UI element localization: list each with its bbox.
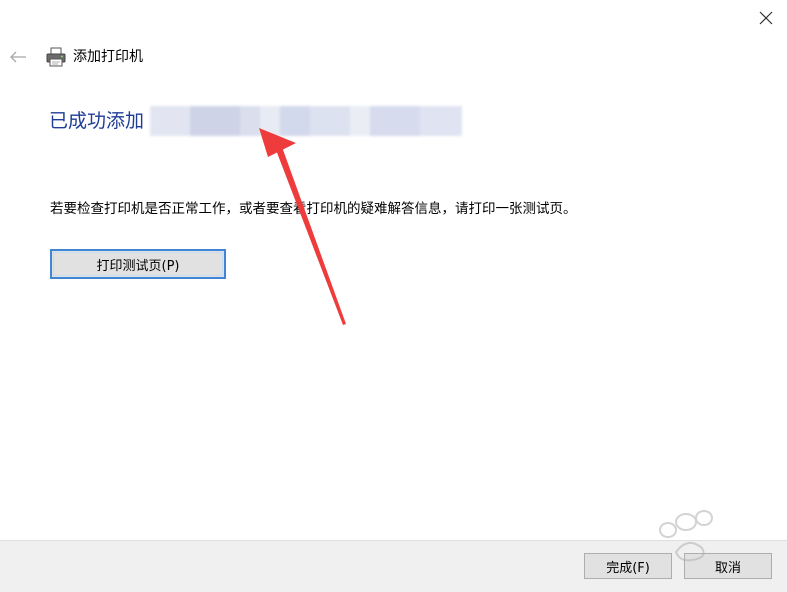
back-arrow-icon [10, 51, 26, 63]
cancel-button-label: 取消 [714, 560, 741, 576]
annotation-arrow-shaft [276, 147, 346, 325]
printer-name-redacted [150, 106, 463, 136]
dialog-footer: 完成(F) 取消 [0, 540, 787, 592]
printer-icon [46, 47, 66, 67]
success-heading: 已成功添加 [49, 110, 145, 132]
success-heading-row: 已成功添加 [49, 104, 463, 138]
test-page-description: 若要检查打印机是否正常工作，或者要查看打印机的疑难解答信息，请打印一张测试页。 [50, 201, 577, 217]
print-test-page-label: 打印测试页(P) [96, 258, 180, 274]
add-printer-dialog: 添加打印机 已成功添加 若要检查打印机是否正常工作，或者要查看打印机的疑难解答信… [0, 0, 787, 592]
print-test-page-button[interactable]: 打印测试页(P) [50, 249, 226, 279]
close-icon [759, 11, 773, 25]
window-title: 添加打印机 [73, 49, 143, 65]
annotation-arrow [259, 128, 346, 325]
cancel-button[interactable]: 取消 [684, 553, 772, 579]
back-button[interactable] [6, 46, 30, 68]
close-button[interactable] [746, 0, 786, 36]
finish-button[interactable]: 完成(F) [584, 553, 672, 579]
finish-button-label: 完成(F) [606, 560, 650, 576]
